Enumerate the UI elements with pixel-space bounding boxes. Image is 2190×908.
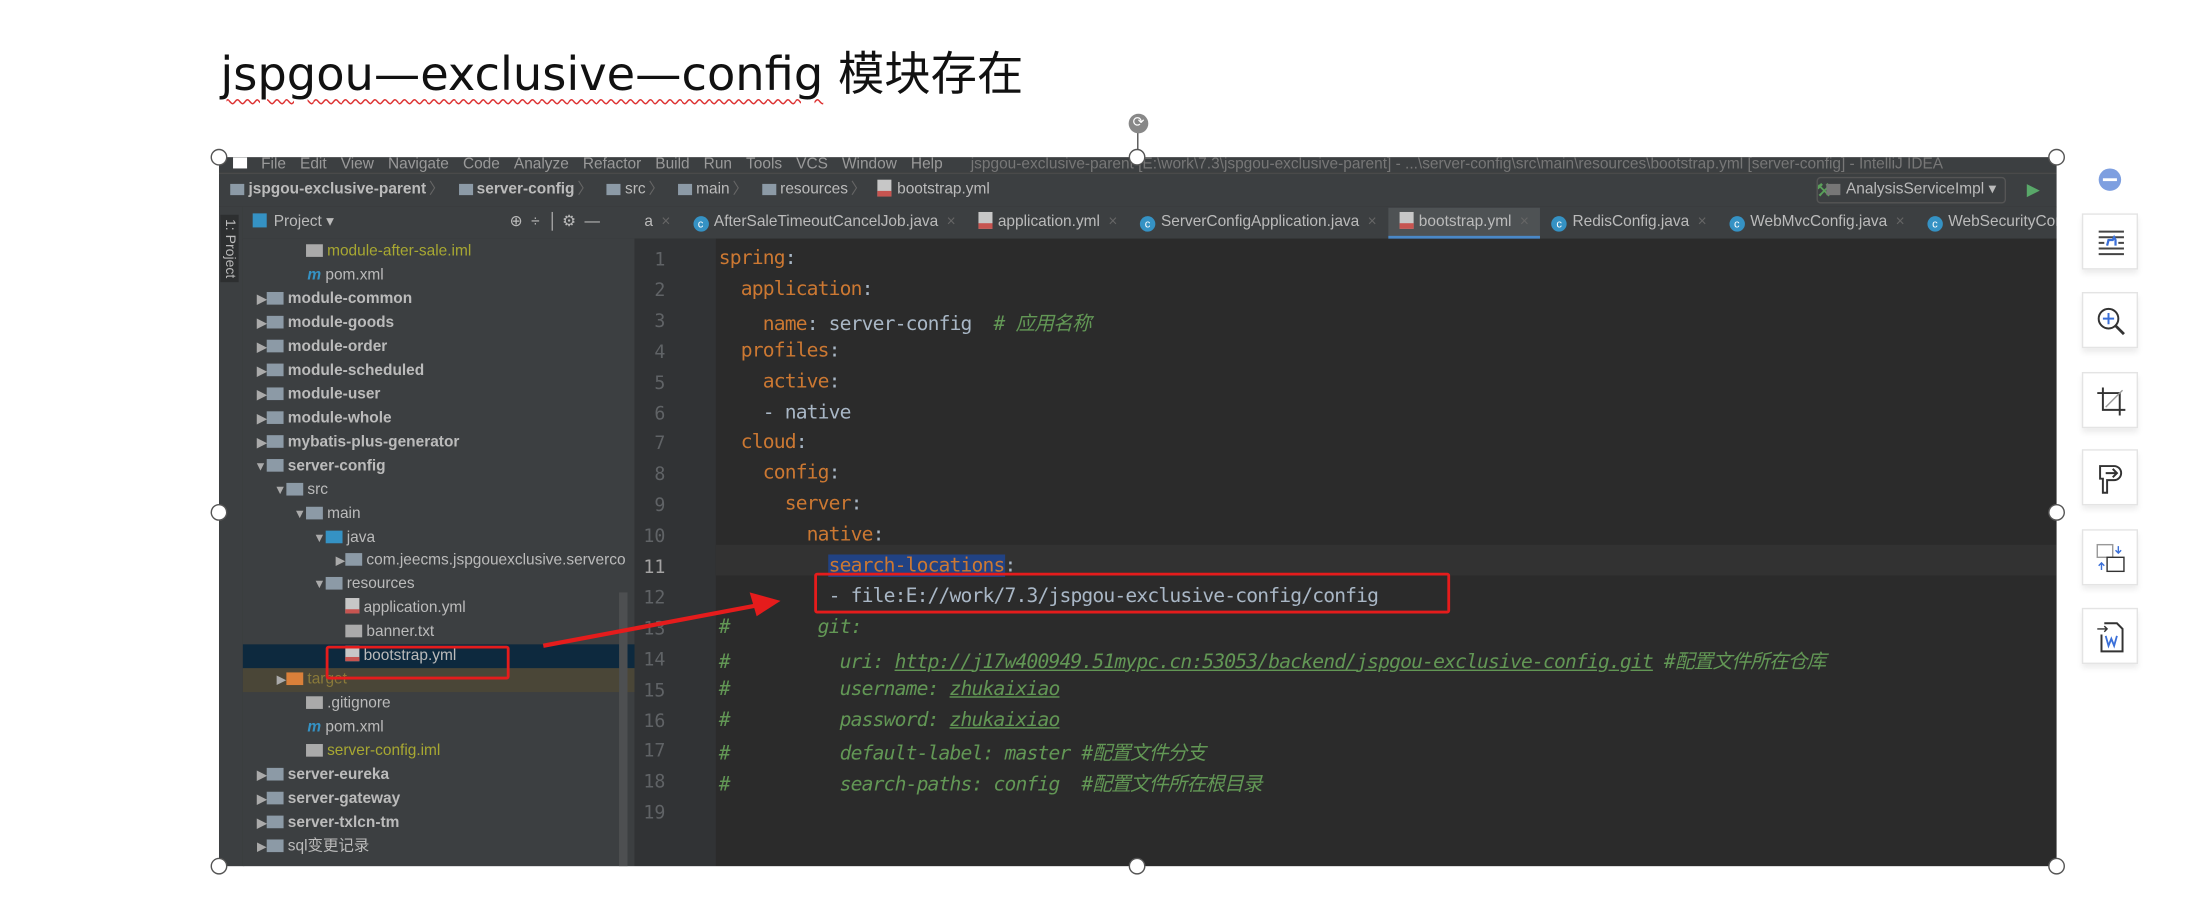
image-to-word-icon [2097,622,2124,653]
zoom-in-icon [2097,307,2125,336]
arrow-shaft [542,601,767,648]
ide-screenshot-image[interactable]: File Edit View Navigate Code Analyze Refactor B… [218,157,2057,867]
crop-button[interactable] [2081,372,2138,429]
resize-handle[interactable] [1128,857,1146,875]
crop-icon [2097,387,2126,416]
arrow-head [749,592,781,617]
replace-image-icon [2096,543,2125,573]
annotation-arrow [542,592,781,648]
resize-handle[interactable] [2048,148,2065,166]
collapse-icon[interactable] [2098,168,2122,191]
resize-handle[interactable] [210,503,228,521]
doc-heading: jspgou—exclusive—config 模块存在 [220,46,1024,102]
rotate-handle[interactable]: ⟳ [1128,113,1149,134]
convert-icon [2099,465,2123,494]
image-to-word-button[interactable] [2081,607,2138,664]
resize-handle[interactable] [1128,148,1146,166]
wrap-text-button[interactable] [2081,213,2138,270]
convert-button[interactable] [2081,449,2138,506]
resize-handle[interactable] [2048,503,2065,521]
resize-handle[interactable] [210,857,228,875]
document-page: jspgou—exclusive—config 模块存在 ⟳ File Edit V… [0,0,2190,908]
zoom-in-button[interactable] [2081,291,2138,349]
replace-image-button[interactable] [2081,529,2138,586]
resize-handle[interactable] [2048,857,2065,875]
resize-handle[interactable] [210,148,228,166]
wrap-text-icon [2098,230,2124,256]
